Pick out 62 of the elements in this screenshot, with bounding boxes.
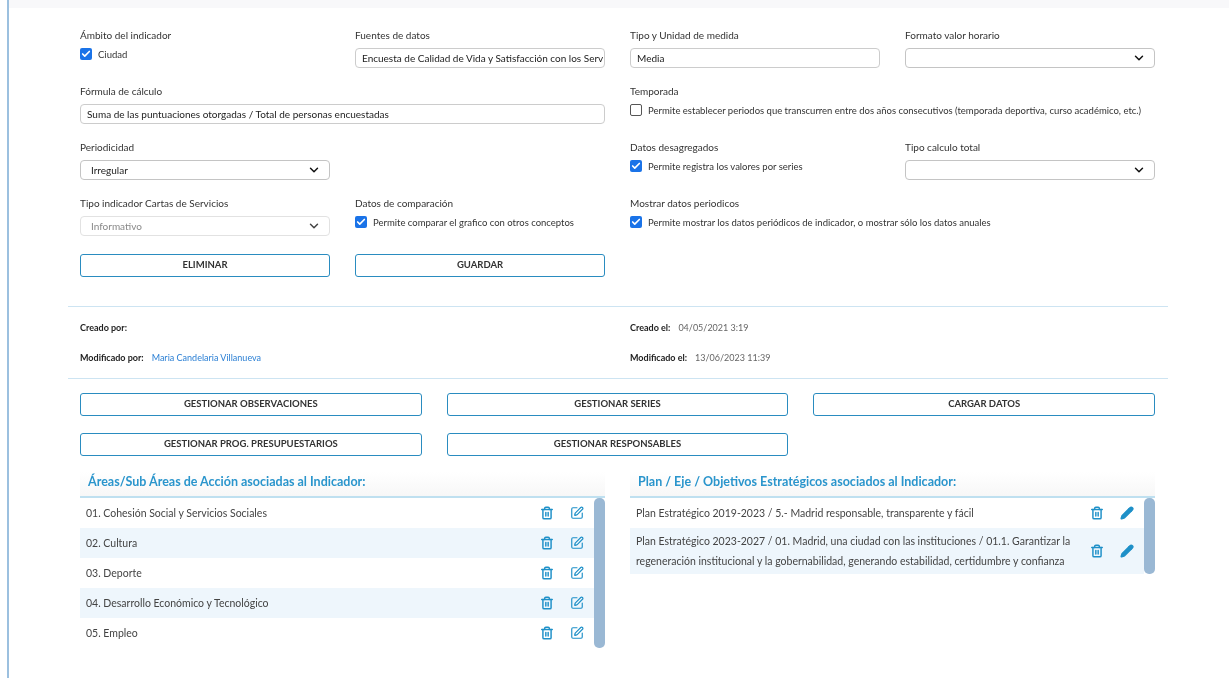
action-button[interactable]: GESTIONAR PROG. PRESUPUESTARIOS: [80, 433, 422, 456]
select-field[interactable]: Irregular: [80, 160, 330, 180]
input-field[interactable]: Media: [630, 48, 880, 68]
trash-icon[interactable]: [1090, 506, 1104, 520]
field-label: Temporada: [630, 84, 679, 99]
meta-label: Creado por:: [80, 321, 127, 335]
checkbox-label: Permite comparar el grafico con otros conceptos: [373, 216, 574, 229]
meta-label: Modificado el:: [630, 350, 688, 364]
table-header: Áreas/Sub Áreas de Acción asociadas al Indicador:: [80, 472, 605, 498]
trash-icon[interactable]: [540, 536, 554, 550]
meta-label: Creado el:: [630, 321, 671, 335]
checkbox-label: Permite establecer periodos que transcurren entre dos años consecutivos (temporada deportiva, curso académico, etc.): [648, 104, 1142, 117]
checkbox-label: Ciudad: [98, 48, 128, 61]
scrollbar[interactable]: [1144, 498, 1155, 574]
edit-icon[interactable]: [570, 506, 584, 520]
action-button[interactable]: CARGAR DATOS: [813, 393, 1155, 416]
select-field[interactable]: [905, 48, 1155, 68]
field-label: Ámbito del indicador: [80, 28, 172, 43]
input-field[interactable]: Encuesta de Calidad de Vida y Satisfacción con los Serv: [355, 48, 605, 68]
checkbox[interactable]: [355, 216, 367, 228]
meta-value: 04/05/2021 3:19: [678, 321, 749, 335]
meta-value: 13/06/2023 11:39: [695, 350, 771, 364]
action-button[interactable]: GESTIONAR RESPONSABLES: [446, 433, 789, 456]
edit-icon[interactable]: [570, 536, 584, 550]
trash-icon[interactable]: [540, 626, 554, 640]
trash-icon[interactable]: [540, 506, 554, 520]
field-label: Tipo y Unidad de medida: [630, 28, 739, 43]
edit-icon[interactable]: [570, 596, 584, 610]
pencil-icon[interactable]: [1120, 506, 1134, 520]
checkbox-label: Permite mostrar los datos periódicos de indicador, o mostrar sólo los datos anuales: [648, 216, 991, 229]
field-label: Formato valor horario: [905, 28, 1000, 43]
field-label: Mostrar datos periodicos: [630, 196, 740, 211]
field-label: Tipo calculo total: [905, 140, 981, 155]
field-label: Periodicidad: [80, 140, 135, 155]
meta-label: Modificado por:: [80, 350, 144, 364]
checkbox-label: Permite registra los valores por series: [648, 160, 803, 173]
field-label: Datos de comparación: [355, 196, 454, 211]
checkbox[interactable]: [630, 104, 642, 116]
trash-icon[interactable]: [1090, 544, 1104, 558]
trash-icon[interactable]: [540, 566, 554, 580]
action-button[interactable]: GUARDAR: [355, 254, 605, 277]
select-field[interactable]: [905, 160, 1155, 180]
field-label: Fórmula de cálculo: [80, 84, 163, 99]
pencil-icon[interactable]: [1120, 544, 1134, 558]
field-label: Fuentes de datos: [355, 28, 430, 43]
input-field[interactable]: Suma de las puntuaciones otorgadas / Total de personas encuestadas: [80, 104, 605, 124]
checkbox[interactable]: [630, 160, 642, 172]
action-button[interactable]: GESTIONAR SERIES: [446, 393, 789, 416]
action-button[interactable]: ELIMINAR: [80, 254, 330, 277]
edit-icon[interactable]: [570, 566, 584, 580]
table-row: 02. Cultura: [80, 528, 594, 558]
field-label: Tipo indicador Cartas de Servicios: [80, 196, 229, 211]
checkbox[interactable]: [80, 48, 92, 60]
user-link[interactable]: Maria Candelaria Villanueva: [151, 350, 262, 364]
edit-icon[interactable]: [570, 626, 584, 640]
table-row: 04. Desarrollo Económico y Tecnológico: [80, 588, 594, 618]
action-button[interactable]: GESTIONAR OBSERVACIONES: [80, 393, 422, 416]
field-label: Datos desagregados: [630, 140, 719, 155]
table-row: Plan Estratégico 2023-2027 / 01. Madrid, una ciudad con las instituciones / 01.1. Garantizar la regeneración institucional y la gobernabilidad, generando estabilidad, certidumbre y confianza: [630, 528, 1144, 574]
trash-icon[interactable]: [540, 596, 554, 610]
checkbox[interactable]: [630, 216, 642, 228]
scrollbar[interactable]: [594, 498, 605, 648]
